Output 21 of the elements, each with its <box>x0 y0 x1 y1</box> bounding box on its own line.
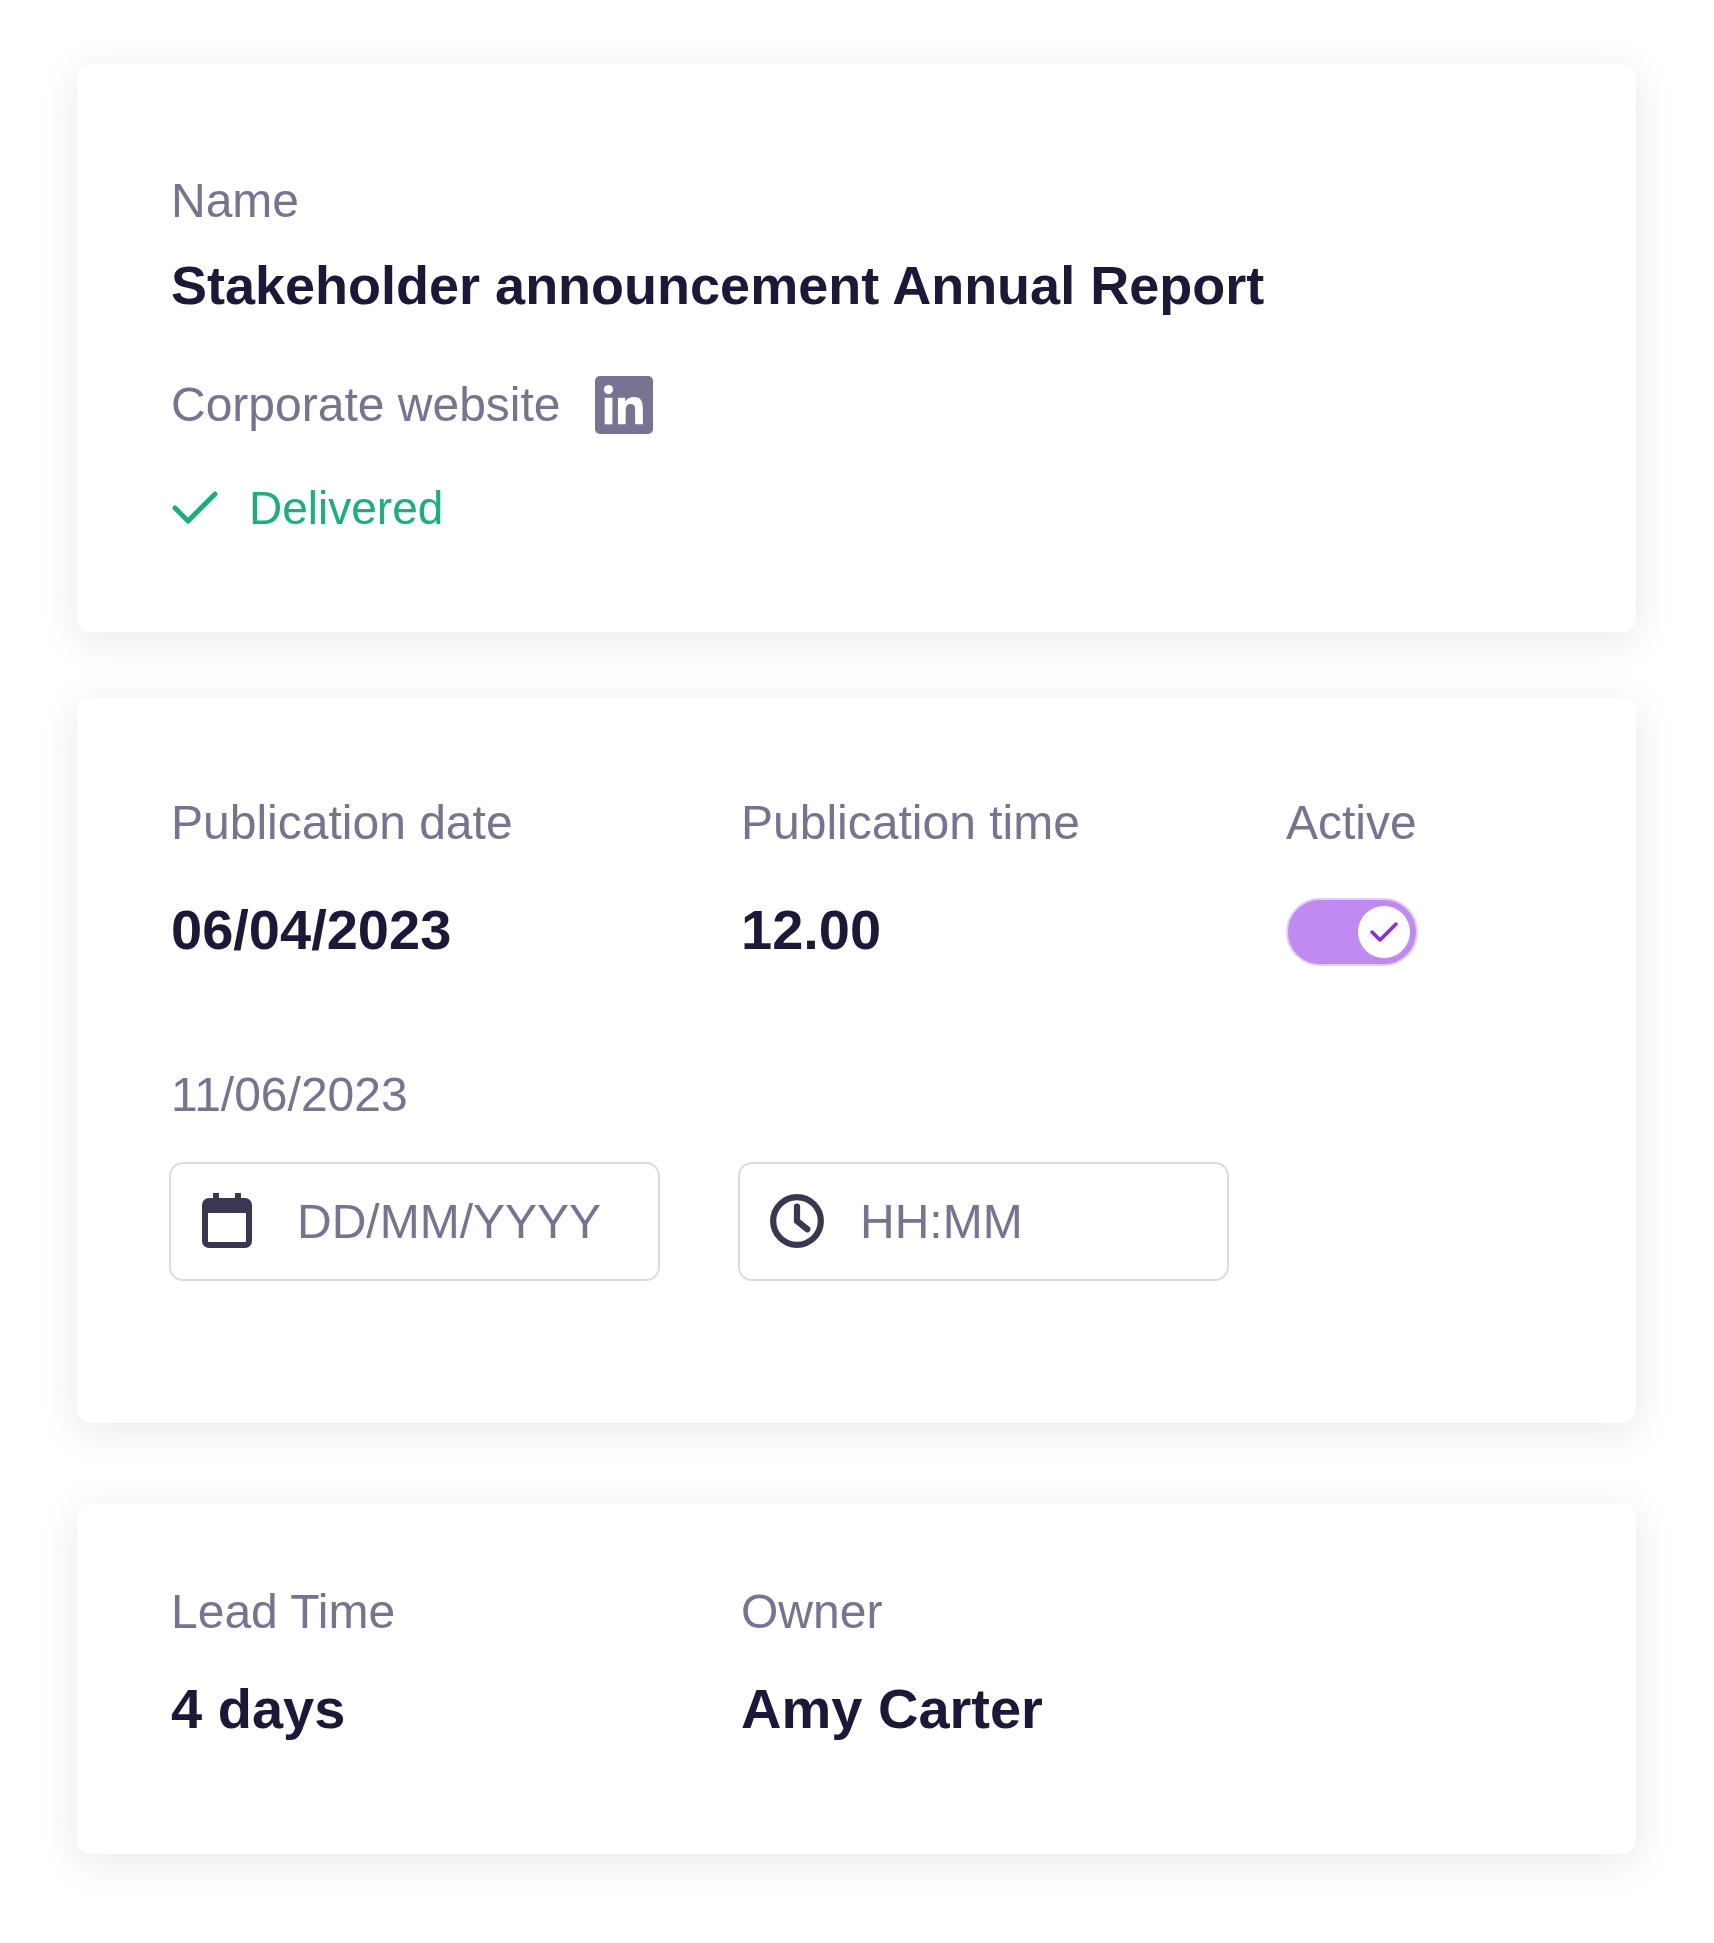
time-input[interactable]: HH:MM <box>738 1162 1229 1281</box>
field-label: Active <box>1286 795 1418 851</box>
name-label: Name <box>171 173 301 229</box>
clock-icon <box>768 1192 826 1250</box>
field-label: Publication date <box>171 795 514 851</box>
field-label: Owner <box>741 1584 884 1640</box>
time-value: 12.00 <box>741 897 883 963</box>
check-icon <box>171 490 219 526</box>
field-value: 4 days <box>171 1676 347 1742</box>
date-input[interactable]: DD/MM/YYYY <box>169 1162 660 1281</box>
date-value: 06/04/2023 <box>171 897 453 963</box>
status-text: Delivered <box>249 481 444 536</box>
field-label: Lead Time <box>171 1584 397 1640</box>
name-value: Stakeholder announcement Annual Report <box>171 254 1266 317</box>
linkedin-icon <box>594 376 653 434</box>
check-icon <box>1369 921 1399 943</box>
calendar-icon <box>201 1193 253 1249</box>
field-label: Publication time <box>741 795 1081 851</box>
channel-label: Corporate website <box>171 377 561 433</box>
field-value: Amy Carter <box>741 1676 1044 1742</box>
end-date-text: 11/06/2023 <box>171 1067 409 1123</box>
